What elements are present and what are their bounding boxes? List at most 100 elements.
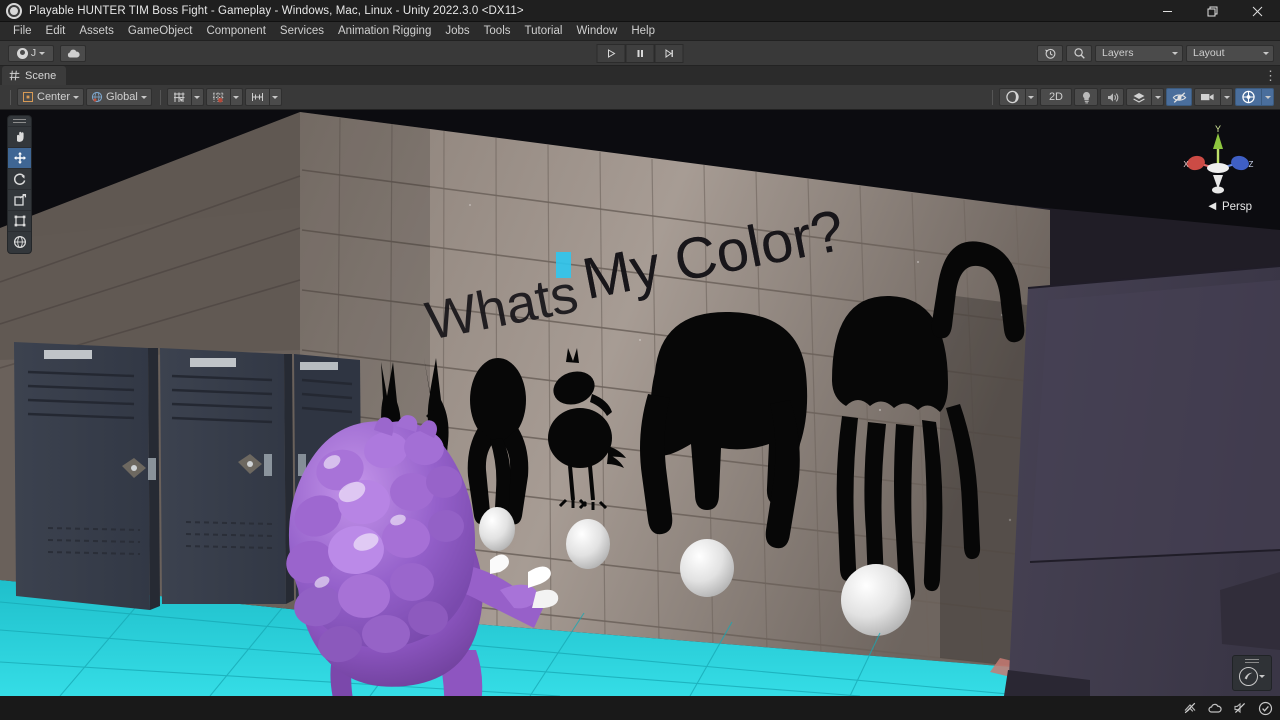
menu-services[interactable]: Services (273, 22, 331, 41)
tab-scene[interactable]: Scene (2, 66, 66, 85)
menu-tools[interactable]: Tools (477, 22, 518, 41)
restore-button[interactable] (1190, 0, 1235, 22)
menu-component[interactable]: Component (199, 22, 272, 41)
scale-tool[interactable] (8, 189, 31, 210)
drag-handle-icon[interactable] (13, 118, 26, 124)
window-title-bar: Playable HUNTER TIM Boss Fight - Gamepla… (0, 0, 1280, 22)
menu-help[interactable]: Help (624, 22, 662, 41)
scene-visibility-icon (1172, 91, 1187, 104)
grid-size-dropdown[interactable] (269, 88, 282, 106)
scene-camera-control[interactable] (1194, 88, 1233, 106)
step-button[interactable] (655, 44, 684, 63)
scene-camera-dropdown[interactable] (1220, 88, 1233, 106)
layers-dropdown[interactable]: Layers (1095, 45, 1183, 62)
account-dropdown[interactable]: J (8, 45, 54, 62)
gizmos-dropdown[interactable] (1261, 88, 1274, 106)
layout-label: Layout (1193, 47, 1225, 59)
sphere-2 (566, 519, 610, 569)
menu-tutorial[interactable]: Tutorial (518, 22, 570, 41)
handle-space-dropdown[interactable]: Global (86, 88, 152, 106)
hand-icon (13, 130, 27, 144)
scene-viewport[interactable]: Whats My Color? My Color? (0, 110, 1280, 696)
pivot-mode-label: Center (37, 91, 70, 103)
chevron-down-icon (233, 96, 239, 99)
windows-taskbar (0, 696, 1280, 720)
menu-jobs[interactable]: Jobs (438, 22, 476, 41)
scene-camera-overlay[interactable] (1232, 655, 1272, 691)
scene-visibility-button[interactable] (1166, 88, 1192, 106)
pivot-mode-dropdown[interactable]: Center (17, 88, 84, 106)
scene-camera-icon (1200, 91, 1215, 103)
chevron-down-icon (39, 52, 45, 55)
camera-settings-icon[interactable] (1239, 667, 1258, 686)
onedrive-icon[interactable] (1204, 697, 1226, 719)
grid-snapping-icon (173, 91, 186, 104)
grid-snapping-control[interactable] (167, 88, 204, 106)
grid-size-button[interactable] (245, 88, 269, 106)
grid-snapping-dropdown[interactable] (191, 88, 204, 106)
window-title: Playable HUNTER TIM Boss Fight - Gamepla… (29, 5, 524, 17)
gizmos-toggle-button[interactable] (1235, 88, 1261, 106)
menu-window[interactable]: Window (569, 22, 624, 41)
scene-toolbar-right-group: 2D (986, 88, 1276, 106)
chevron-down-icon (1155, 96, 1161, 99)
main-toolbar: J (0, 41, 1280, 66)
volume-mute-icon[interactable] (1229, 697, 1251, 719)
chevron-down-icon (1028, 96, 1034, 99)
rotate-icon (13, 172, 27, 186)
menu-file[interactable]: File (6, 22, 39, 41)
scale-icon (13, 193, 27, 207)
increment-snapping-control[interactable] (206, 88, 243, 106)
play-icon (606, 48, 617, 59)
security-check-icon[interactable] (1254, 697, 1276, 719)
unity-editor-window: Playable HUNTER TIM Boss Fight - Gamepla… (0, 0, 1280, 720)
transform-tool[interactable] (8, 231, 31, 252)
increment-snapping-dropdown[interactable] (230, 88, 243, 106)
minimize-button[interactable] (1145, 0, 1190, 22)
search-button[interactable] (1066, 45, 1092, 62)
toolbar-divider (10, 90, 11, 105)
move-tool[interactable] (8, 147, 31, 168)
close-button[interactable] (1235, 0, 1280, 22)
scene-tools-palette (7, 115, 32, 254)
rect-tool[interactable] (8, 210, 31, 231)
effects-dropdown[interactable] (1151, 88, 1164, 106)
grid-size-control[interactable] (245, 88, 282, 106)
shading-mode-control[interactable] (999, 88, 1038, 106)
pause-button[interactable] (626, 44, 655, 63)
shading-mode-dropdown[interactable] (1025, 88, 1038, 106)
gizmos-toggle-icon (1241, 90, 1256, 104)
lighting-toggle-button[interactable] (1074, 88, 1098, 106)
cloud-icon (66, 48, 81, 59)
drag-handle-icon[interactable] (1245, 658, 1259, 664)
toggle-2d-button[interactable]: 2D (1040, 88, 1072, 106)
cloud-services-button[interactable] (60, 45, 86, 62)
hand-tool[interactable] (8, 126, 31, 147)
audio-toggle-button[interactable] (1100, 88, 1124, 106)
chevron-down-icon (1265, 96, 1271, 99)
network-offline-icon[interactable] (1179, 697, 1201, 719)
effects-toggle-button[interactable] (1126, 88, 1151, 106)
rect-icon (13, 214, 27, 228)
move-icon (13, 151, 27, 165)
layout-dropdown[interactable]: Layout (1186, 45, 1274, 62)
scene-camera-button[interactable] (1194, 88, 1220, 106)
transform-icon (13, 235, 27, 249)
menu-animation-rigging[interactable]: Animation Rigging (331, 22, 438, 41)
play-button[interactable] (597, 44, 626, 63)
handle-space-label: Global (106, 91, 138, 103)
more-options-icon[interactable]: ⋮ (1264, 72, 1274, 80)
increment-snapping-button[interactable] (206, 88, 230, 106)
gizmos-control[interactable] (1235, 88, 1274, 106)
chevron-down-icon[interactable] (1259, 675, 1265, 678)
projection-label[interactable]: ◄ Persp (1206, 198, 1252, 213)
chevron-down-icon (194, 96, 200, 99)
effects-control[interactable] (1126, 88, 1164, 106)
rotate-tool[interactable] (8, 168, 31, 189)
menu-assets[interactable]: Assets (72, 22, 121, 41)
menu-gameobject[interactable]: GameObject (121, 22, 200, 41)
menu-edit[interactable]: Edit (39, 22, 73, 41)
shading-mode-button[interactable] (999, 88, 1025, 106)
grid-snapping-button[interactable] (167, 88, 191, 106)
undo-history-button[interactable] (1037, 45, 1063, 62)
